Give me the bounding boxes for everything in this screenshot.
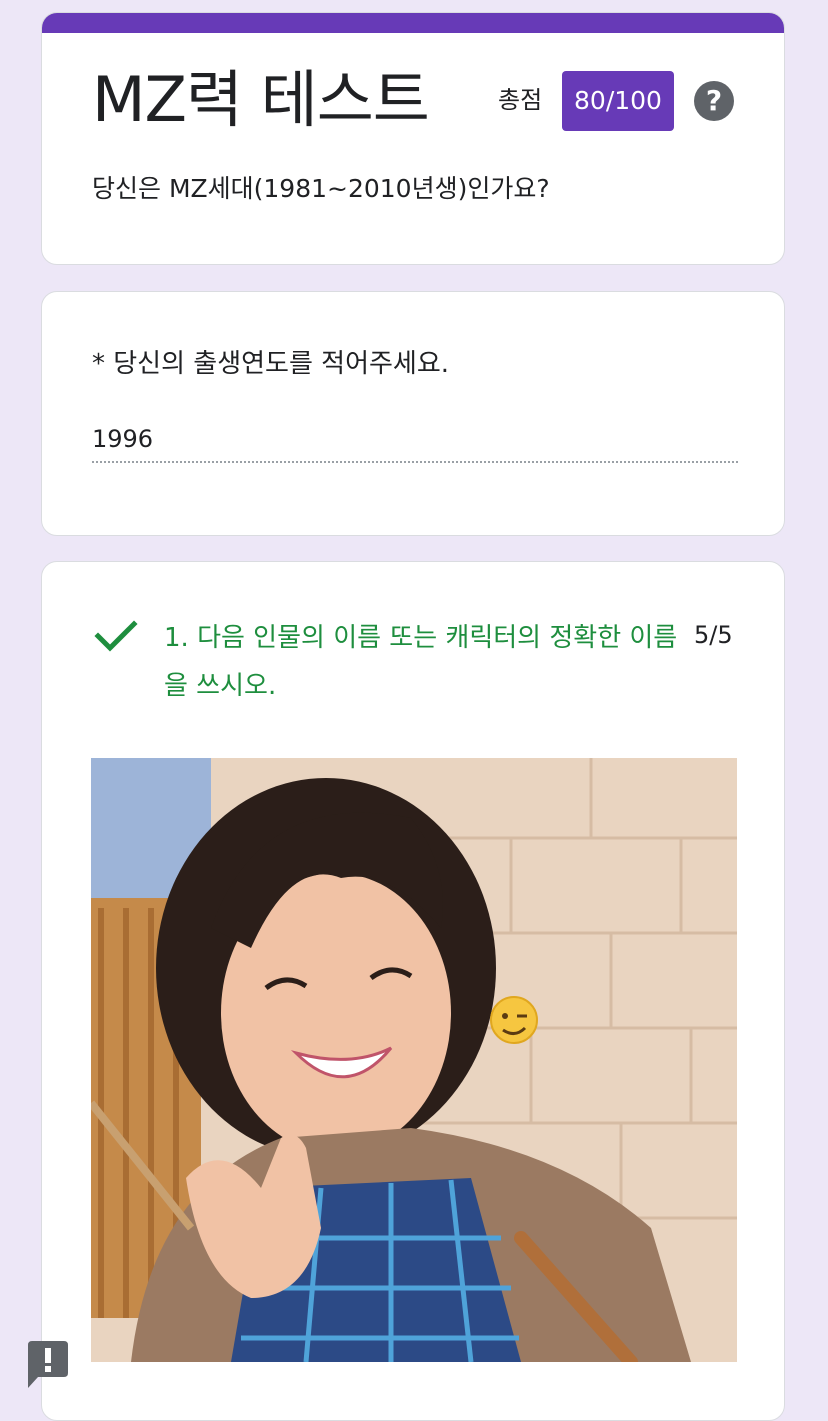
checkmark-icon — [94, 620, 138, 652]
birth-year-question-label: * 당신의 출생연도를 적어주세요. — [92, 349, 450, 379]
total-score-badge: 80/100 — [562, 71, 674, 131]
question-1-title: 1. 다음 인물의 이름 또는 캐릭터의 정확한 이름을 쓰시오. — [164, 623, 678, 701]
form-description: 당신은 MZ세대(1981~2010년생)인가요? — [92, 174, 550, 203]
person-photo-illustration — [91, 758, 737, 1362]
birth-year-question-card: * 당신의 출생연도를 적어주세요. 1996 — [41, 291, 785, 536]
header-accent-bar — [42, 13, 784, 33]
answer-underline — [92, 461, 738, 463]
question-1-card: 1. 다음 인물의 이름 또는 캐릭터의 정확한 이름을 쓰시오. 5/5 — [41, 561, 785, 1421]
form-header-card: MZ력 테스트 총점 80/100 ? 당신은 MZ세대(1981~2010년생… — [41, 12, 785, 265]
report-problem-icon[interactable] — [28, 1341, 68, 1388]
form-title: MZ력 테스트 — [92, 63, 430, 136]
question-1-photo — [91, 758, 737, 1362]
question-circle-icon[interactable]: ? — [694, 81, 734, 121]
question-1-score: 5/5 — [694, 621, 733, 649]
birth-year-answer: 1996 — [92, 425, 154, 453]
total-score-label: 총점 — [498, 86, 543, 114]
